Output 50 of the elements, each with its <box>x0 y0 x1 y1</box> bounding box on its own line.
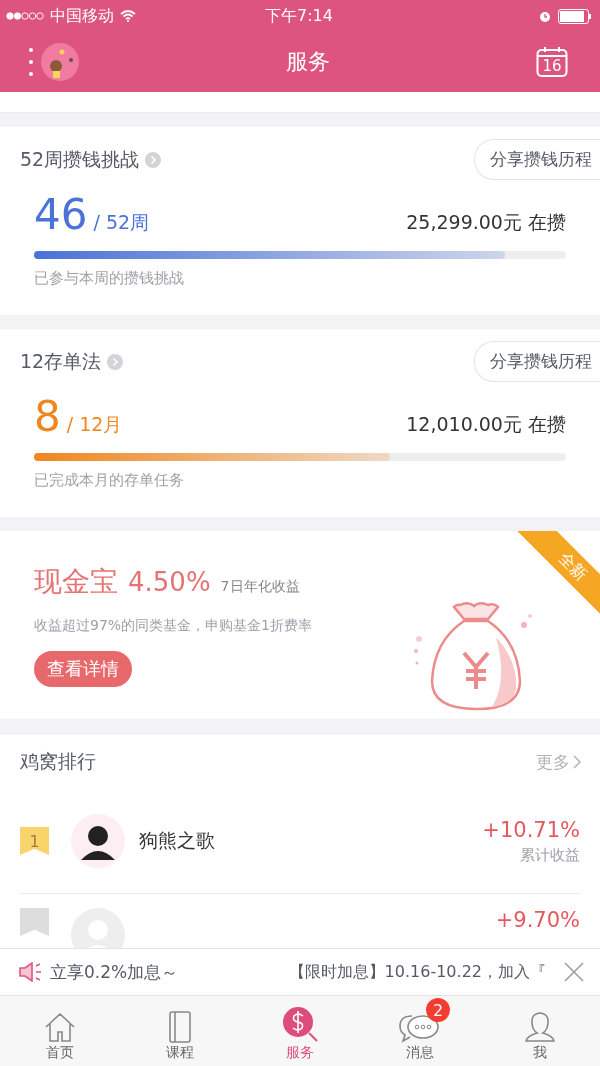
details-button[interactable]: 查看详情 <box>34 651 132 687</box>
status-time: 下午7:14 <box>265 5 333 27</box>
progress-caption: 已参与本周的攒钱挑战 <box>33 268 185 289</box>
carrier-name: 中国移动 <box>50 5 114 27</box>
progress-total: / 52周 <box>93 210 150 235</box>
speaker-icon <box>18 962 44 982</box>
calendar-button[interactable]: 16 <box>536 46 568 78</box>
saved-amount: 25,299.00元 在攒 <box>406 210 566 235</box>
tab[interactable]: 我 <box>480 996 600 1066</box>
return-label: 累计收益 <box>520 845 580 865</box>
notice-message[interactable]: 【限时加息】10.16-10.22，加入『 <box>288 961 546 983</box>
tab[interactable]: 2 消息 <box>360 996 480 1066</box>
tab[interactable]: 服务 <box>240 996 360 1066</box>
challenge-title[interactable]: 12存单法 <box>20 348 102 375</box>
progress-count: 46 <box>34 190 88 239</box>
signal-icon <box>6 11 44 21</box>
person-icon <box>523 1010 557 1044</box>
avatar <box>71 814 125 868</box>
tab[interactable]: 首页 <box>0 996 120 1066</box>
yield-rate: 4.50% <box>128 567 211 597</box>
return-value: +10.71% <box>482 817 580 842</box>
user-name: 狗熊之歌 <box>139 828 215 853</box>
dollar-search-icon <box>280 1004 320 1044</box>
notice-title: 立享0.2%加息～ <box>50 960 179 984</box>
chevron-icon <box>145 151 162 168</box>
ranking-row[interactable]: 1 狗熊之歌 +10.71% 累计收益 <box>20 789 580 894</box>
yield-label: 7日年化收益 <box>220 578 300 596</box>
saved-amount: 12,010.00元 在攒 <box>406 412 566 437</box>
share-button[interactable]: 分享攒钱历程 <box>474 139 600 180</box>
return-value: +9.70% <box>495 908 580 932</box>
profile-menu-button[interactable] <box>26 42 80 82</box>
alarm-icon <box>538 9 552 23</box>
unread-badge: 2 <box>426 998 450 1022</box>
progress-caption: 已完成本月的存单任务 <box>33 470 185 491</box>
challenge-title[interactable]: 52周攒钱挑战 <box>20 146 140 173</box>
product-description: 收益超过97%的同类基金，申购基金1折费率 <box>34 617 314 635</box>
progress-total: / 12月 <box>66 412 123 437</box>
chevron-icon <box>572 754 582 770</box>
progress-count: 8 <box>34 392 61 441</box>
tab[interactable]: 课程 <box>120 996 240 1066</box>
battery-icon <box>558 8 592 24</box>
rank-flag: 1 <box>20 827 49 855</box>
chevron-icon <box>107 353 124 370</box>
wifi-icon <box>120 10 136 22</box>
page-title: 服务 <box>286 48 330 76</box>
ranking-title: 鸡窝排行 <box>20 749 96 774</box>
home-icon <box>43 1010 77 1044</box>
share-button[interactable]: 分享攒钱历程 <box>474 341 600 382</box>
close-button[interactable] <box>564 962 584 982</box>
product-name: 现金宝 <box>34 564 118 600</box>
